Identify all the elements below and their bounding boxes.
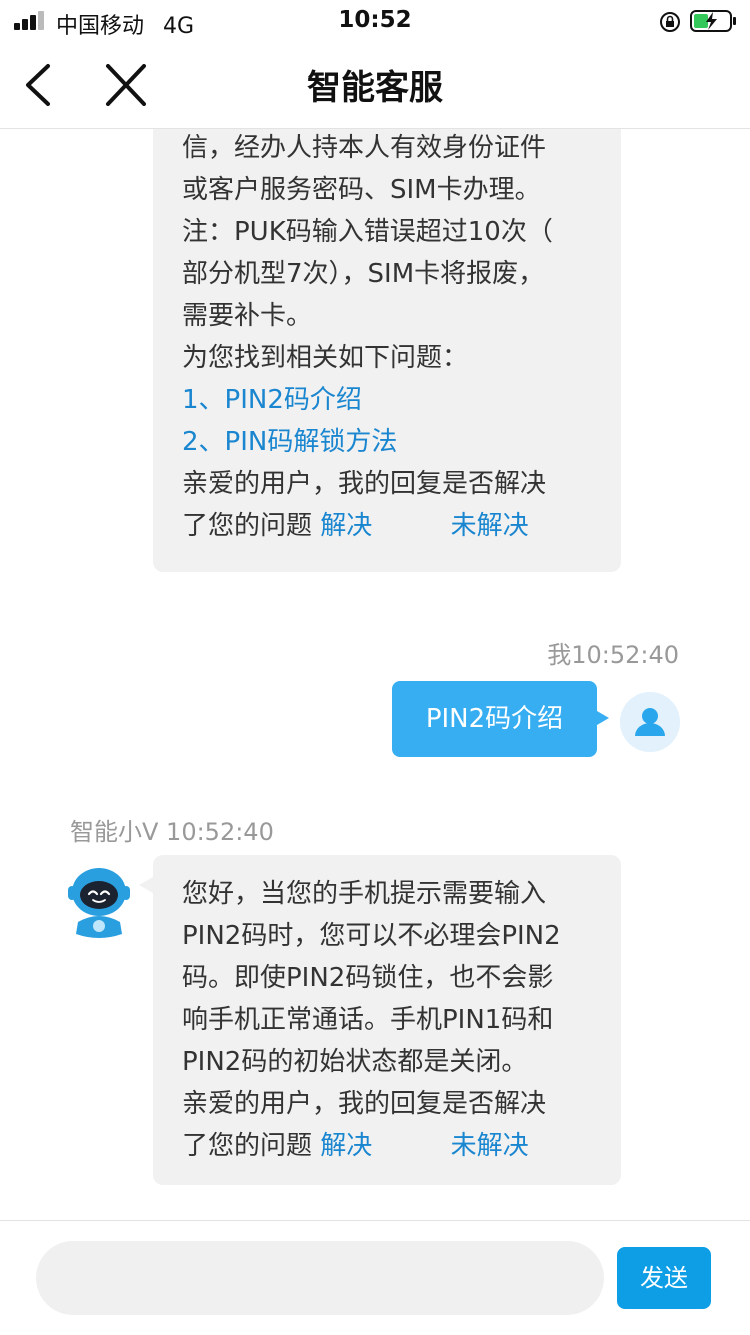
related-question-link[interactable]: 2、PIN码解锁方法 xyxy=(182,421,601,463)
send-button[interactable]: 发送 xyxy=(617,1247,711,1309)
message-line: 信，经办人持本人有效身份证件 xyxy=(182,133,547,163)
status-bar: 中国移动 4G 10:52 xyxy=(0,0,750,42)
message-line: PIN2码时，您可以不必理会PIN2 xyxy=(182,921,561,951)
message-line: 响手机正常通话。手机PIN1码和 xyxy=(182,1005,554,1035)
message-timestamp: 我10:52:40 xyxy=(547,641,679,669)
bot-message-bubble: 信，经办人持本人有效身份证件 或客户服务密码、SIM卡办理。 注：PUK码输入错… xyxy=(153,129,621,572)
battery-charging-icon xyxy=(690,10,736,32)
bot-message-bubble: 您好，当您的手机提示需要输入 PIN2码时，您可以不必理会PIN2 码。即使PI… xyxy=(139,855,621,1185)
feedback-prompt: 了您的问题 xyxy=(182,1131,313,1161)
related-question-link[interactable]: 1、PIN2码介绍 xyxy=(182,379,601,421)
feedback-row: 了您的问题 解决 未解决 xyxy=(182,1125,601,1167)
message-line: 码。即使PIN2码锁住，也不会影 xyxy=(182,963,554,993)
message-line: 部分机型7次），SIM卡将报废， xyxy=(182,259,545,289)
resolved-link[interactable]: 解决 xyxy=(320,1131,372,1161)
feedback-prompt: 亲爱的用户，我的回复是否解决 xyxy=(182,469,547,499)
message-line: 注：PUK码输入错误超过10次（ xyxy=(182,217,553,247)
resolved-link[interactable]: 解决 xyxy=(320,511,372,541)
rotation-lock-icon xyxy=(660,12,680,32)
message-timestamp: 智能小V 10:52:40 xyxy=(70,818,274,846)
message-input[interactable] xyxy=(36,1241,604,1315)
message-line: 或客户服务密码、SIM卡办理。 xyxy=(182,175,541,205)
message-line: 为您找到相关如下问题： xyxy=(182,343,469,373)
chat-history[interactable]: 信，经办人持本人有效身份证件 或客户服务密码、SIM卡办理。 注：PUK码输入错… xyxy=(0,129,750,1220)
status-time: 10:52 xyxy=(338,7,412,33)
page-title: 智能客服 xyxy=(307,68,443,108)
message-line: 需要补卡。 xyxy=(182,301,313,331)
robot-avatar-icon xyxy=(68,868,130,938)
message-line: 您好，当您的手机提示需要输入 xyxy=(182,879,547,909)
message-line: PIN2码的初始状态都是关闭。 xyxy=(182,1047,528,1077)
feedback-prompt: 了您的问题 xyxy=(182,511,313,541)
feedback-row: 了您的问题 解决 未解决 xyxy=(182,505,601,547)
feedback-prompt: 亲爱的用户，我的回复是否解决 xyxy=(182,1089,547,1119)
unresolved-link[interactable]: 未解决 xyxy=(451,1131,529,1161)
input-bar: 发送 xyxy=(0,1220,750,1335)
unresolved-link[interactable]: 未解决 xyxy=(451,511,529,541)
user-message-bubble: PIN2码介绍 xyxy=(392,681,609,757)
user-avatar-icon xyxy=(620,692,680,752)
nav-bar: 智能客服 xyxy=(0,42,750,129)
